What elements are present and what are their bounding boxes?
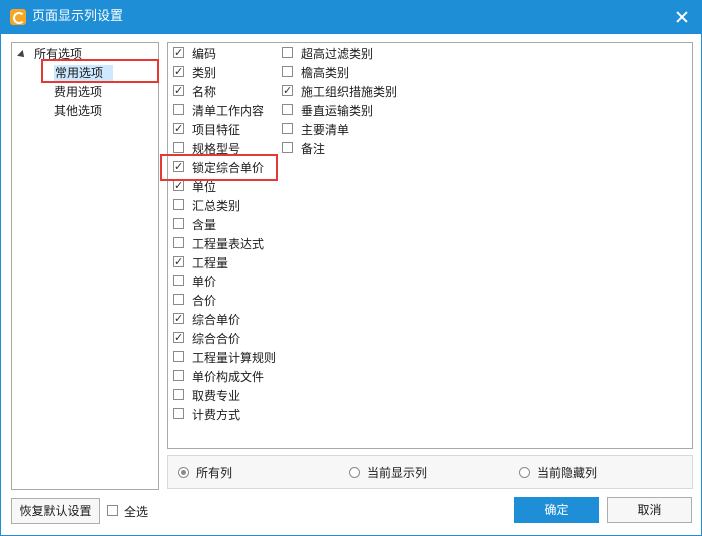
column-option-label: 编码 [192,47,217,61]
checkbox-box[interactable] [173,389,184,400]
highlight-annotation [160,154,278,181]
title-bar: 页面显示列设置 [1,1,701,34]
column-option-label: 垂直运输类别 [301,104,374,118]
ok-button[interactable]: 确定 [514,497,599,523]
column-option-label: 取费专业 [192,389,241,403]
checkbox-box[interactable] [173,254,184,270]
dialog-title: 页面显示列设置 [32,9,124,24]
checkbox-box[interactable] [173,199,184,210]
app-logo-icon [10,9,26,25]
checkbox-box[interactable] [173,178,184,194]
checkbox-box[interactable] [282,104,293,115]
radio-label: 当前显示列 [367,466,428,480]
column-option-label: 清单工作内容 [192,104,265,118]
close-icon[interactable] [671,6,693,28]
checkbox-box[interactable] [173,121,184,137]
tree-item-other[interactable]: 其他选项 [54,103,102,119]
column-option-label: 超高过滤类别 [301,47,374,61]
column-option-label: 含量 [192,218,217,232]
checkbox-box[interactable] [173,408,184,419]
column-option-label: 合价 [192,294,217,308]
dialog-window: 页面显示列设置 所有选项 常用选项 费用选项 其他选项 编码类别名称清单工作内容… [0,0,702,536]
tree-item-label: 其他选项 [54,104,103,118]
checkbox-box[interactable] [173,64,184,80]
radio-label: 当前隐藏列 [537,466,598,480]
select-all-label: 全选 [124,505,149,519]
checkbox-box[interactable] [173,275,184,286]
column-option-label: 单价 [192,275,217,289]
checkbox-box[interactable] [173,142,184,153]
cancel-button[interactable]: 取消 [607,497,692,523]
tree-item-label: 费用选项 [54,85,103,99]
column-option-label: 工程量表达式 [192,237,265,251]
checkbox-box[interactable] [173,294,184,305]
checkbox-box[interactable] [173,237,184,248]
checkbox-box[interactable] [282,83,293,99]
column-list-panel: 编码类别名称清单工作内容项目特征规格型号锁定综合单价单位汇总类别含量工程量表达式… [167,42,693,449]
column-option-label: 施工组织措施类别 [301,85,398,99]
column-option-label: 单位 [192,180,217,194]
highlight-annotation [41,59,159,83]
checkbox-box[interactable] [173,45,184,61]
checkbox-box[interactable] [282,66,293,77]
column-option-label: 综合单价 [192,313,241,327]
checkbox-box[interactable] [107,505,118,516]
tree-item-fees[interactable]: 费用选项 [54,84,102,100]
column-option-label: 单价构成文件 [192,370,265,384]
checkbox-box[interactable] [173,218,184,229]
checkbox-box[interactable] [173,104,184,115]
column-option-label: 工程量 [192,256,229,270]
reset-defaults-button[interactable]: 恢复默认设置 [11,498,100,524]
checkbox-box[interactable] [282,123,293,134]
checkbox-box[interactable] [173,370,184,381]
radio-dot[interactable] [519,467,530,478]
column-option-label: 汇总类别 [192,199,241,213]
checkbox-box[interactable] [173,330,184,346]
column-option-label: 备注 [301,142,326,156]
column-option-label: 类别 [192,66,217,80]
column-option-label: 综合合价 [192,332,241,346]
column-option-label: 主要清单 [301,123,350,137]
column-option-label: 名称 [192,85,217,99]
column-option-label: 项目特征 [192,123,241,137]
radio-label: 所有列 [196,466,233,480]
column-option-label: 工程量计算规则 [192,351,277,365]
collapse-arrow-icon[interactable] [17,49,27,60]
radio-dot[interactable] [178,467,189,478]
column-filter-bar: 所有列 当前显示列 当前隐藏列 [167,455,693,489]
checkbox-box[interactable] [282,142,293,153]
checkbox-box[interactable] [173,311,184,327]
options-tree: 所有选项 常用选项 费用选项 其他选项 [11,42,159,490]
checkbox-box[interactable] [173,351,184,362]
column-option-label: 檐高类别 [301,66,350,80]
column-option-label: 计费方式 [192,408,241,422]
checkbox-box[interactable] [173,83,184,99]
radio-dot[interactable] [349,467,360,478]
checkbox-box[interactable] [282,47,293,58]
